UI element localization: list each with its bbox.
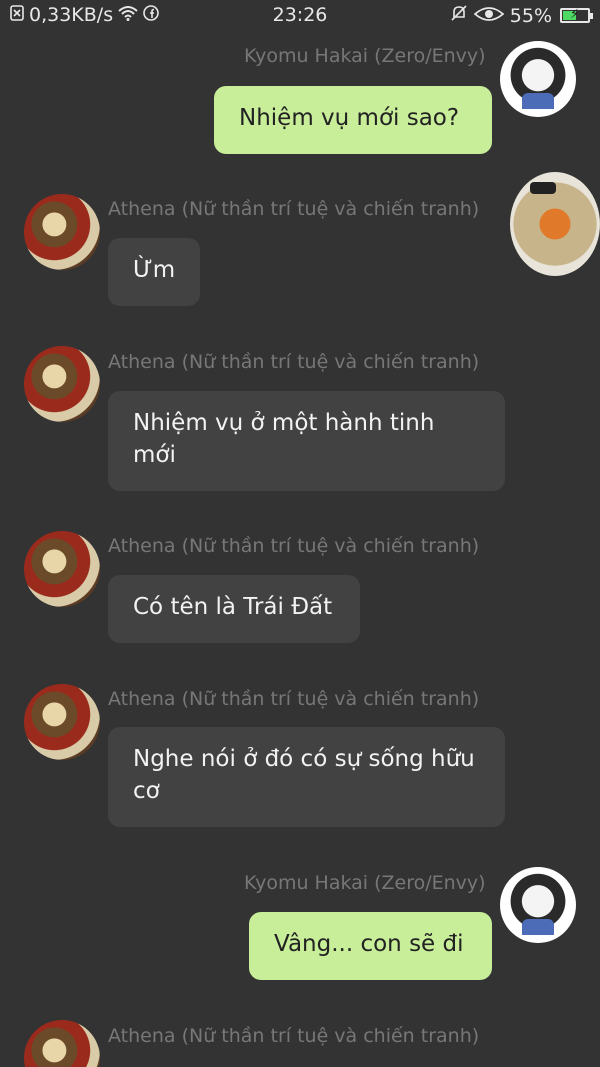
bolt-icon: ⚡ bbox=[570, 7, 580, 22]
bell-muted-icon bbox=[450, 4, 468, 27]
avatar[interactable] bbox=[500, 41, 576, 117]
sender-name: Athena (Nữ thần trí tuệ và chiến tranh) bbox=[108, 688, 480, 710]
avatar[interactable] bbox=[24, 194, 100, 270]
status-bar: 0,33KB/s 23:26 55% ⚡ bbox=[0, 0, 600, 32]
sender-name: Athena (Nữ thần trí tuệ và chiến tranh) bbox=[108, 198, 480, 220]
avatar[interactable] bbox=[500, 867, 576, 943]
message-bubble[interactable]: Có tên là Trái Đất bbox=[108, 575, 360, 643]
message-bubble[interactable]: Ừm bbox=[108, 238, 200, 306]
sender-name: Athena (Nữ thần trí tuệ và chiến tranh) bbox=[108, 351, 480, 373]
sticker-avatar[interactable] bbox=[510, 172, 600, 276]
battery-charging-icon: ⚡ bbox=[560, 7, 593, 23]
status-right: 55% ⚡ bbox=[450, 4, 593, 27]
sender-name: Athena (Nữ thần trí tuệ và chiến tranh) bbox=[108, 1025, 480, 1047]
message-bubble[interactable]: Nghe nói ở đó có sự sống hữu cơ bbox=[108, 727, 505, 827]
avatar[interactable] bbox=[24, 531, 100, 607]
message-bubble[interactable]: Nhiệm vụ ở một hành tinh mới bbox=[108, 391, 505, 491]
battery-percent: 55% bbox=[509, 4, 552, 27]
sender-name: Kyomu Hakai (Zero/Envy) bbox=[244, 872, 486, 894]
message-bubble[interactable]: Nhiệm vụ mới sao? bbox=[214, 86, 492, 154]
avatar[interactable] bbox=[24, 684, 100, 760]
avatar[interactable] bbox=[24, 1020, 100, 1067]
message-bubble[interactable]: Vâng... con sẽ đi bbox=[249, 912, 492, 980]
sender-name: Athena (Nữ thần trí tuệ và chiến tranh) bbox=[108, 535, 480, 557]
avatar[interactable] bbox=[24, 346, 100, 422]
eye-icon bbox=[473, 5, 505, 27]
sender-name: Kyomu Hakai (Zero/Envy) bbox=[244, 45, 486, 67]
